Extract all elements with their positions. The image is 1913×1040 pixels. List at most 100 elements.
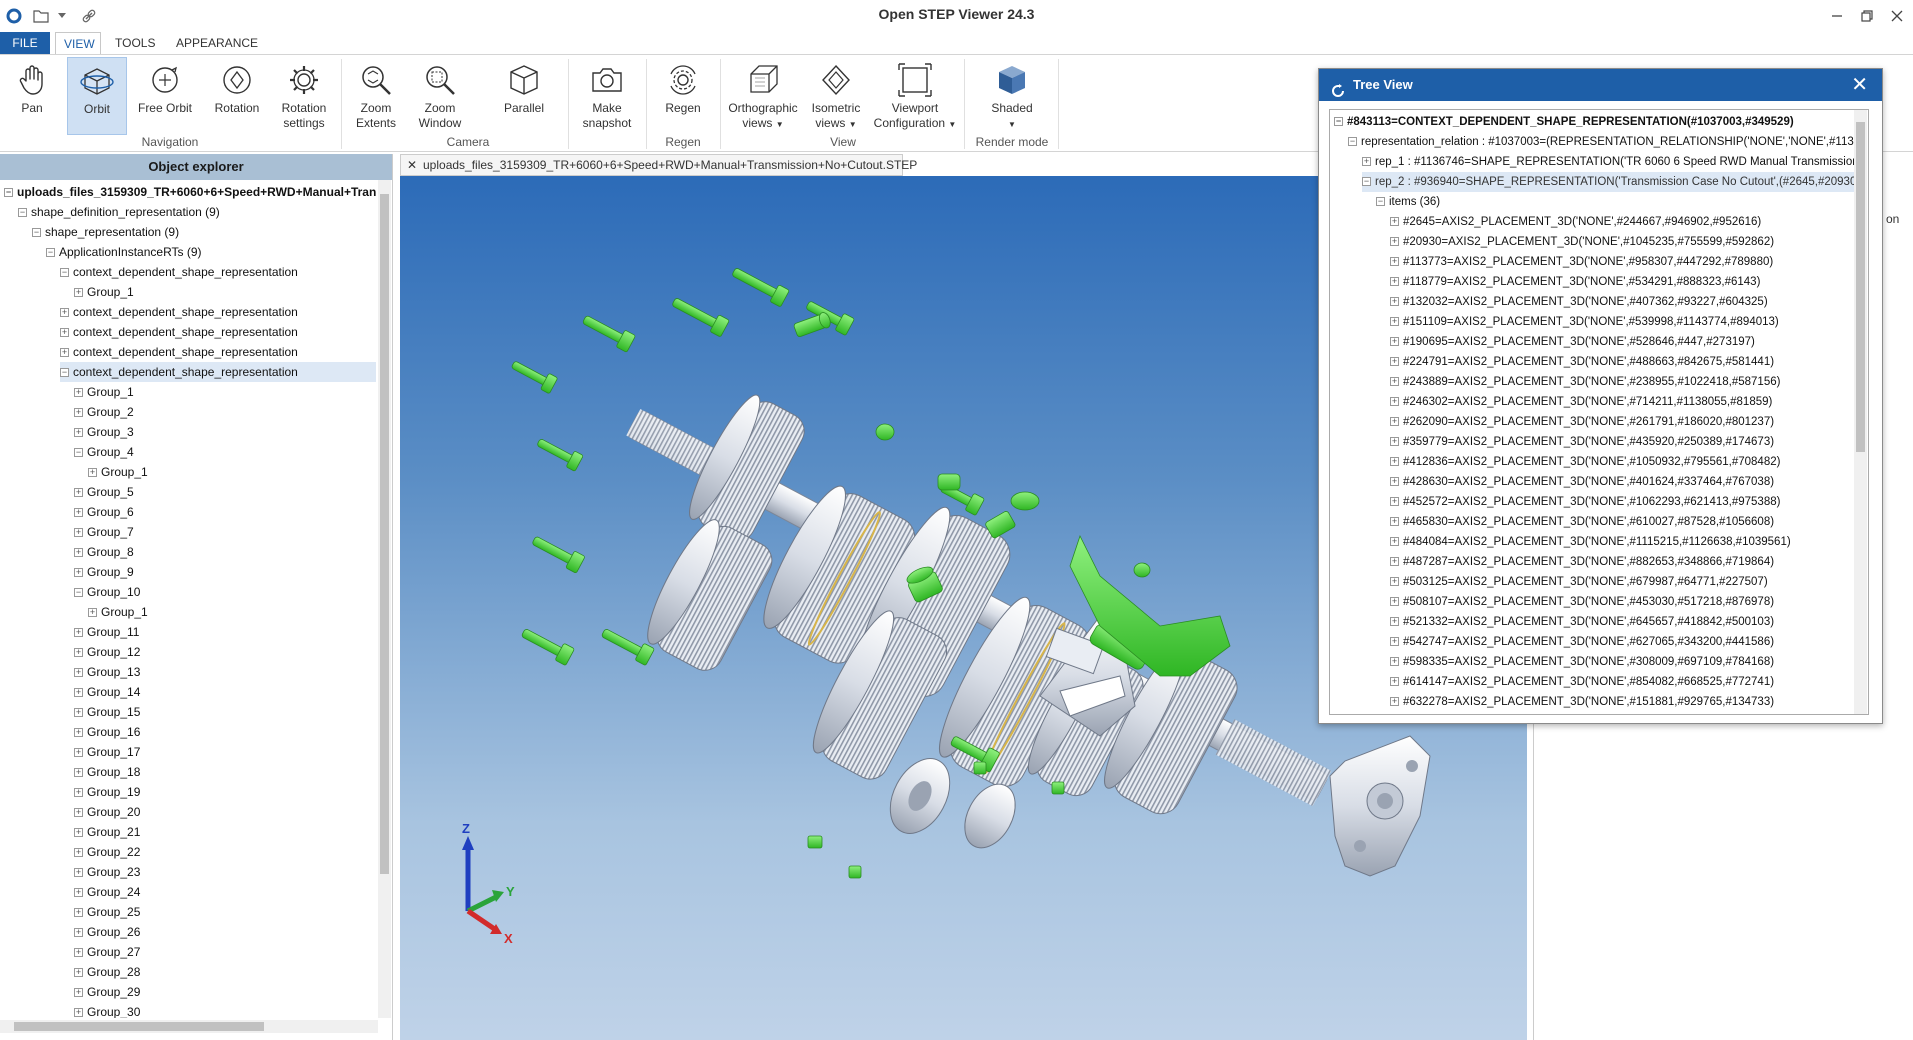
tv-representation-relation[interactable]: − representation_relation : #1037003=(REP… (1348, 132, 1854, 152)
orbit-button[interactable]: Orbit (67, 57, 127, 135)
tv-placement-item[interactable]: + #20930=AXIS2_PLACEMENT_3D('NONE',#10452… (1390, 232, 1854, 252)
expand-icon[interactable]: + (1390, 237, 1399, 247)
close-window-button[interactable] (1880, 2, 1913, 30)
tree-group[interactable]: + Group_9 (74, 562, 134, 582)
collapse-icon[interactable]: − (46, 248, 55, 258)
tree-group[interactable]: + Group_27 (74, 942, 140, 962)
expand-icon[interactable]: + (1390, 417, 1399, 427)
parallel-button[interactable]: Parallel (492, 57, 556, 135)
tree-group[interactable]: + Group_23 (74, 862, 140, 882)
expand-icon[interactable]: + (74, 428, 83, 438)
expand-icon[interactable]: + (1390, 677, 1399, 687)
expand-icon[interactable]: + (74, 768, 83, 778)
collapse-icon[interactable]: − (74, 448, 83, 458)
menu-tools[interactable]: TOOLS (107, 32, 163, 54)
expand-icon[interactable]: + (74, 1008, 83, 1018)
expand-icon[interactable]: + (74, 988, 83, 998)
tree-group[interactable]: − Group_4 (74, 442, 134, 462)
tv-rep-1[interactable]: + rep_1 : #1136746=SHAPE_REPRESENTATION('… (1362, 152, 1854, 172)
expand-icon[interactable]: + (74, 828, 83, 838)
tree-group[interactable]: + Group_21 (74, 822, 140, 842)
restore-button[interactable] (1850, 2, 1884, 30)
expand-icon[interactable]: + (1390, 317, 1399, 327)
tree-group[interactable]: + Group_29 (74, 982, 140, 1002)
tv-placement-item[interactable]: + #428630=AXIS2_PLACEMENT_3D('NONE',#4016… (1390, 472, 1854, 492)
expand-icon[interactable]: + (1390, 217, 1399, 227)
expand-icon[interactable]: + (74, 928, 83, 938)
tv-placement-item[interactable]: + #246302=AXIS2_PLACEMENT_3D('NONE',#7142… (1390, 392, 1854, 412)
expand-icon[interactable]: + (74, 388, 83, 398)
collapse-icon[interactable]: − (4, 188, 13, 198)
expand-icon[interactable]: + (74, 808, 83, 818)
tree-group[interactable]: + Group_11 (74, 622, 139, 642)
tree-group[interactable]: + Group_26 (74, 922, 140, 942)
tv-root[interactable]: − #843113=CONTEXT_DEPENDENT_SHAPE_REPRESE… (1334, 112, 1854, 132)
tree-group[interactable]: + Group_1 (88, 602, 148, 622)
tree-group[interactable]: + Group_2 (74, 402, 134, 422)
tv-placement-item[interactable]: + #487287=AXIS2_PLACEMENT_3D('NONE',#8826… (1390, 552, 1854, 572)
tree-group[interactable]: + Group_8 (74, 542, 134, 562)
tree-group[interactable]: + Group_12 (74, 642, 140, 662)
tree-group[interactable]: + Group_13 (74, 662, 140, 682)
scrollbar-thumb[interactable] (14, 1022, 264, 1031)
shaded-button[interactable]: Shaded ▼ (972, 57, 1052, 135)
tv-placement-item[interactable]: + #452572=AXIS2_PLACEMENT_3D('NONE',#1062… (1390, 492, 1854, 512)
expand-icon[interactable]: + (1390, 557, 1399, 567)
tree-group[interactable]: + Group_14 (74, 682, 140, 702)
expand-icon[interactable]: + (88, 468, 97, 478)
explorer-horizontal-scrollbar[interactable] (0, 1020, 378, 1033)
rotation-settings-button[interactable]: Rotation settings (272, 57, 336, 135)
expand-icon[interactable]: + (1390, 457, 1399, 467)
pan-button[interactable]: Pan (4, 57, 60, 135)
tv-placement-item[interactable]: + #151109=AXIS2_PLACEMENT_3D('NONE',#5399… (1390, 312, 1854, 332)
expand-icon[interactable]: + (74, 968, 83, 978)
tree-group[interactable]: + Group_7 (74, 522, 134, 542)
tree-group[interactable]: + Group_17 (74, 742, 140, 762)
expand-icon[interactable]: + (1390, 497, 1399, 507)
expand-icon[interactable]: + (74, 888, 83, 898)
expand-icon[interactable]: + (74, 788, 83, 798)
tv-placement-item[interactable]: + #113773=AXIS2_PLACEMENT_3D('NONE',#9583… (1390, 252, 1854, 272)
tree-group[interactable]: + Group_1 (74, 382, 134, 402)
expand-icon[interactable]: + (74, 508, 83, 518)
tv-placement-item[interactable]: + #224791=AXIS2_PLACEMENT_3D('NONE',#4886… (1390, 352, 1854, 372)
tree-shape-def[interactable]: − shape_definition_representation (9) (18, 202, 220, 222)
tree-cdsr-3[interactable]: + context_dependent_shape_representation (60, 322, 298, 342)
tv-placement-item[interactable]: + #359779=AXIS2_PLACEMENT_3D('NONE',#4359… (1390, 432, 1854, 452)
tree-group[interactable]: + Group_22 (74, 842, 140, 862)
tv-placement-item[interactable]: + #243889=AXIS2_PLACEMENT_3D('NONE',#2389… (1390, 372, 1854, 392)
expand-icon[interactable]: + (74, 528, 83, 538)
tree-group[interactable]: − Group_10 (74, 582, 140, 602)
free-orbit-button[interactable]: Free Orbit (132, 57, 198, 135)
collapse-icon[interactable]: − (18, 208, 27, 218)
tree-view-scrollbar[interactable] (1854, 110, 1867, 714)
make-snapshot-button[interactable]: Make snapshot (575, 57, 639, 135)
collapse-icon[interactable]: − (60, 268, 69, 278)
collapse-icon[interactable]: − (1334, 117, 1343, 127)
tv-placement-item[interactable]: + #614147=AXIS2_PLACEMENT_3D('NONE',#8540… (1390, 672, 1854, 692)
viewport-configuration-button[interactable]: Viewport Configuration ▼ (872, 57, 958, 135)
tree-group[interactable]: + Group_28 (74, 962, 140, 982)
collapse-icon[interactable]: − (74, 588, 83, 598)
zoom-extents-button[interactable]: Zoom Extents (346, 57, 406, 135)
collapse-icon[interactable]: − (32, 228, 41, 238)
expand-icon[interactable]: + (1390, 517, 1399, 527)
tree-group[interactable]: + Group_19 (74, 782, 140, 802)
expand-icon[interactable]: + (74, 628, 83, 638)
expand-icon[interactable]: + (1390, 477, 1399, 487)
tree-group[interactable]: + Group_15 (74, 702, 140, 722)
menu-view[interactable]: VIEW (55, 32, 101, 54)
tree-shape-rep[interactable]: − shape_representation (9) (32, 222, 179, 242)
rotation-button[interactable]: Rotation (205, 57, 269, 135)
expand-icon[interactable]: + (74, 908, 83, 918)
collapse-icon[interactable]: − (1348, 137, 1357, 147)
tree-group[interactable]: + Group_25 (74, 902, 140, 922)
expand-icon[interactable]: + (1390, 697, 1399, 707)
expand-icon[interactable]: + (1390, 357, 1399, 367)
expand-icon[interactable]: + (74, 708, 83, 718)
tv-items[interactable]: − items (36) (1376, 192, 1854, 212)
close-icon[interactable]: ✕ (1851, 69, 1868, 101)
isometric-views-button[interactable]: Isometric views ▼ (804, 57, 868, 135)
zoom-window-button[interactable]: Zoom Window (410, 57, 470, 135)
expand-icon[interactable]: + (1390, 277, 1399, 287)
